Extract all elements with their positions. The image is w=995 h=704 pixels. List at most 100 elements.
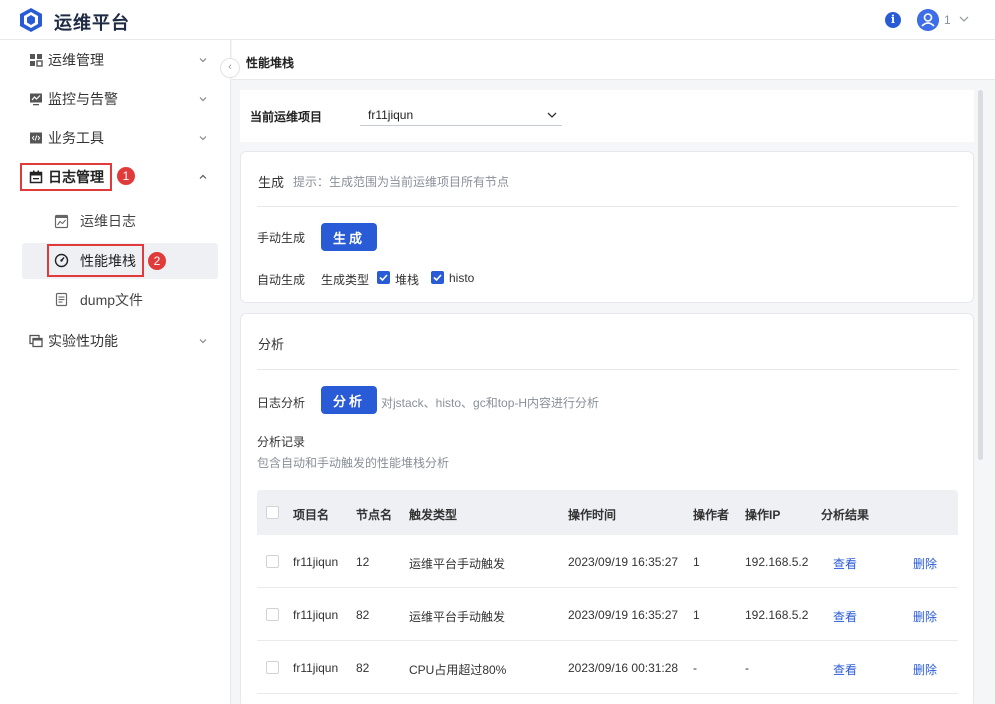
cell-node: 12 — [356, 555, 370, 569]
chevron-left-icon: ‹ — [228, 61, 232, 73]
table-header: 项目名 节点名 触发类型 操作时间 操作者 操作IP 分析结果 — [257, 490, 958, 535]
cell-project: fr11jiqun — [293, 608, 339, 622]
app-title: 运维平台 — [54, 13, 130, 33]
generate-type-label: 生成类型 — [321, 273, 370, 287]
stack-checkbox[interactable] — [377, 271, 390, 284]
trend-chart-icon — [54, 214, 69, 229]
histo-checkbox-label: histo — [449, 271, 475, 285]
check-icon — [433, 274, 442, 282]
sidebar-item-label: 业务工具 — [48, 130, 104, 146]
cell-trigger: 运维平台手动触发 — [409, 557, 506, 571]
auto-generate-label: 自动生成 — [257, 273, 306, 287]
annotation-badge-2: 2 — [148, 252, 166, 270]
column-header: 项目名 — [293, 508, 330, 522]
view-link[interactable]: 查看 — [833, 608, 857, 625]
sidebar-subitem-dump-files[interactable]: dump文件 — [0, 282, 231, 318]
info-icon[interactable]: i — [885, 12, 901, 28]
analyze-button[interactable]: 分析 — [321, 386, 378, 414]
delete-link[interactable]: 删除 — [913, 555, 937, 572]
sidebar-item-experimental[interactable]: 实验性功能 — [0, 322, 231, 360]
cell-time: 2023/09/19 16:35:27 — [568, 608, 679, 622]
row-checkbox[interactable] — [266, 661, 279, 674]
generate-hint: 提示：生成范围为当前运维项目所有节点 — [293, 175, 510, 189]
cell-operator: 1 — [693, 608, 700, 622]
cell-trigger: CPU占用超过80% — [409, 663, 507, 677]
code-window-icon — [30, 132, 42, 144]
windows-icon — [29, 334, 43, 348]
records-description: 包含自动和手动触发的性能堆栈分析 — [257, 456, 450, 470]
cell-trigger: 运维平台手动触发 — [409, 610, 506, 624]
vertical-scrollbar[interactable] — [978, 90, 983, 460]
table-row: fr11jiqun 82 运维平台手动触发 2023/09/19 16:35:2… — [257, 588, 958, 641]
cell-time: 2023/09/16 00:31:28 — [568, 661, 679, 675]
row-checkbox[interactable] — [266, 608, 279, 621]
analyze-hint: 对jstack、histo、gc和top-H内容进行分析 — [381, 396, 600, 410]
sidebar-item-monitoring[interactable]: 监控与告警 — [0, 80, 231, 118]
project-card — [240, 90, 974, 142]
column-header: 节点名 — [356, 508, 393, 522]
divider — [257, 369, 958, 370]
chevron-down-icon — [547, 112, 557, 118]
annotation-box-log-management — [20, 163, 112, 191]
monitor-chart-icon — [30, 93, 42, 106]
sidebar-subitem-label: 运维日志 — [80, 213, 136, 229]
generate-title: 生成 — [258, 175, 285, 190]
sidebar-subitem-ops-log[interactable]: 运维日志 — [0, 203, 231, 239]
cell-node: 82 — [356, 661, 370, 675]
sidebar-item-ops-management[interactable]: 运维管理 — [0, 41, 231, 79]
sidebar-collapse-button[interactable]: ‹ — [220, 58, 240, 78]
histo-checkbox[interactable] — [431, 271, 444, 284]
chevron-up-icon — [199, 174, 207, 179]
sidebar-subitem-label: dump文件 — [80, 292, 144, 308]
sidebar-item-label: 监控与告警 — [48, 91, 118, 107]
column-header: 操作IP — [745, 508, 781, 522]
annotation-badge-1: 1 — [117, 167, 135, 185]
records-title: 分析记录 — [257, 435, 306, 449]
analysis-title: 分析 — [258, 337, 285, 352]
cell-operator: - — [693, 661, 697, 675]
chevron-down-icon — [199, 339, 207, 344]
delete-link[interactable]: 删除 — [913, 661, 937, 678]
cell-operator: 1 — [693, 555, 700, 569]
document-icon — [55, 292, 68, 307]
sidebar-item-label: 运维管理 — [48, 52, 104, 68]
project-select-value: fr11jiqun — [368, 108, 414, 122]
grid-icon — [30, 54, 43, 67]
row-checkbox[interactable] — [266, 555, 279, 568]
table-row: fr11jiqun 82 CPU占用超过80% 2023/09/16 00:31… — [257, 641, 958, 694]
breadcrumb: 性能堆栈 — [246, 56, 295, 70]
manual-generate-label: 手动生成 — [257, 231, 306, 245]
sidebar-item-business-tools[interactable]: 业务工具 — [0, 119, 231, 157]
cell-project: fr11jiqun — [293, 661, 339, 675]
chevron-down-icon — [199, 136, 207, 141]
table-row: fr11jiqun 12 运维平台手动触发 2023/09/19 16:35:2… — [257, 535, 958, 588]
check-icon — [379, 274, 388, 282]
column-header: 分析结果 — [821, 508, 870, 522]
log-analysis-label: 日志分析 — [257, 396, 306, 410]
stack-checkbox-label: 堆栈 — [395, 273, 420, 287]
column-header: 触发类型 — [409, 508, 458, 522]
generate-button[interactable]: 生成 — [321, 223, 378, 251]
select-all-checkbox[interactable] — [266, 506, 279, 519]
user-name[interactable]: 1 — [944, 13, 951, 27]
view-link[interactable]: 查看 — [833, 555, 857, 572]
user-avatar-icon[interactable] — [917, 9, 939, 31]
project-select[interactable]: fr11jiqun — [360, 104, 562, 126]
cell-ip: 192.168.5.2 — [745, 555, 809, 569]
delete-link[interactable]: 删除 — [913, 608, 937, 625]
column-header: 操作者 — [693, 508, 730, 522]
cell-ip: - — [745, 661, 749, 675]
cell-project: fr11jiqun — [293, 555, 339, 569]
cell-ip: 192.168.5.2 — [745, 608, 809, 622]
cell-time: 2023/09/19 16:35:27 — [568, 555, 679, 569]
top-bar: 运维平台 i 1 — [0, 0, 995, 40]
column-header: 操作时间 — [568, 508, 617, 522]
view-link[interactable]: 查看 — [833, 661, 857, 678]
chevron-down-icon — [199, 58, 207, 63]
breadcrumb-bar: 性能堆栈 — [232, 40, 995, 80]
chevron-down-icon[interactable] — [957, 12, 971, 26]
chevron-down-icon — [199, 97, 207, 102]
logo-cube-icon — [20, 8, 42, 32]
sidebar-item-label: 实验性功能 — [48, 333, 118, 349]
project-label: 当前运维项目 — [250, 110, 323, 124]
